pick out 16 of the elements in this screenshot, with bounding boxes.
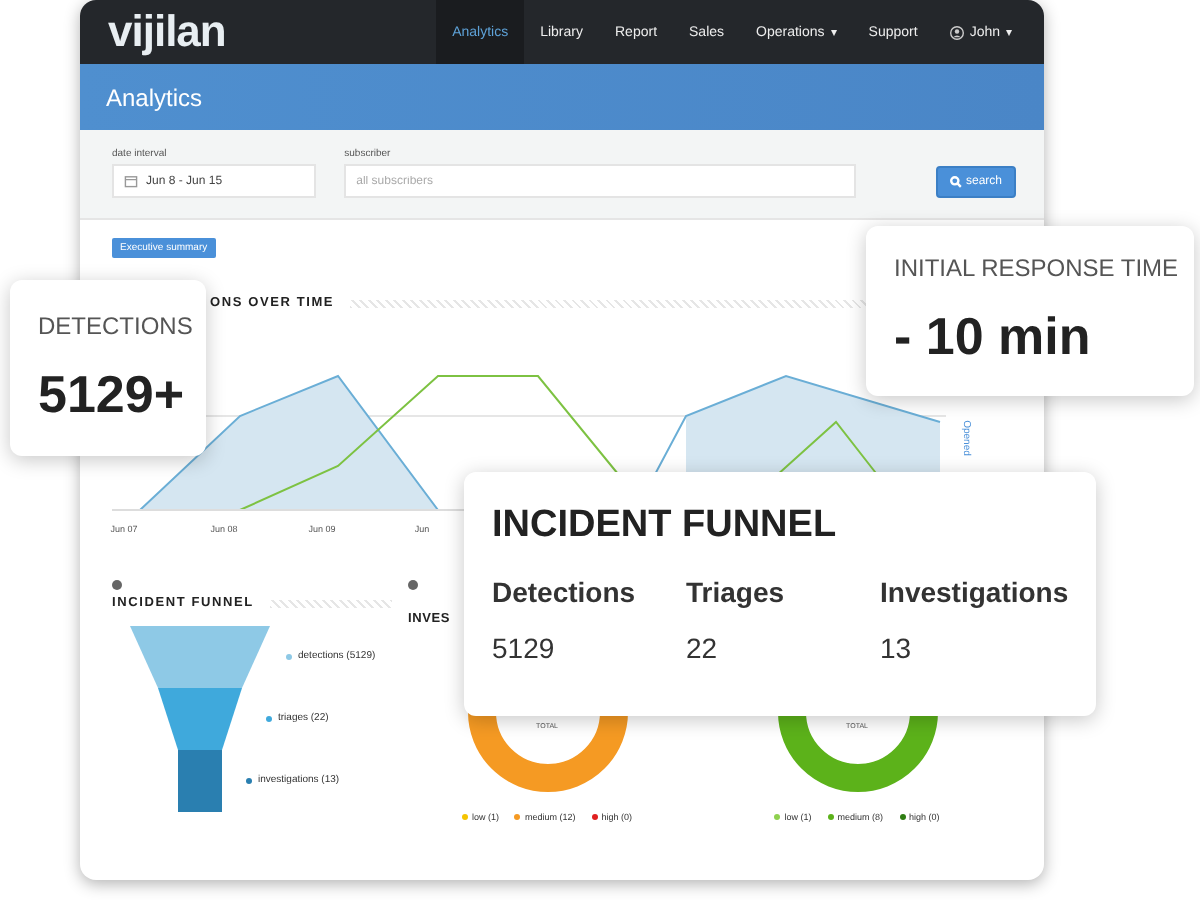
table-cell-text: 22 [686, 632, 720, 664]
table-cell-text: 13 [880, 632, 914, 664]
card-title: INITIAL RESPONSE TIME [894, 254, 1181, 282]
search-icon [949, 176, 962, 188]
user-icon [949, 25, 964, 39]
column-header: Investigations [880, 576, 1071, 608]
card-title: INCIDENT FUNNEL [492, 504, 839, 548]
logo[interactable]: vijilan [108, 6, 226, 58]
table-cell-text: 5129 [492, 632, 557, 664]
page-title: Analytics [106, 83, 203, 111]
calendar-icon [124, 174, 138, 188]
stat-value: 5129+ [38, 363, 187, 425]
column-header: Detections [492, 576, 638, 608]
card-title: DETECTIONS [38, 311, 195, 339]
column-header: Triages [686, 576, 787, 608]
stat-value: - 10 min [894, 306, 1093, 368]
